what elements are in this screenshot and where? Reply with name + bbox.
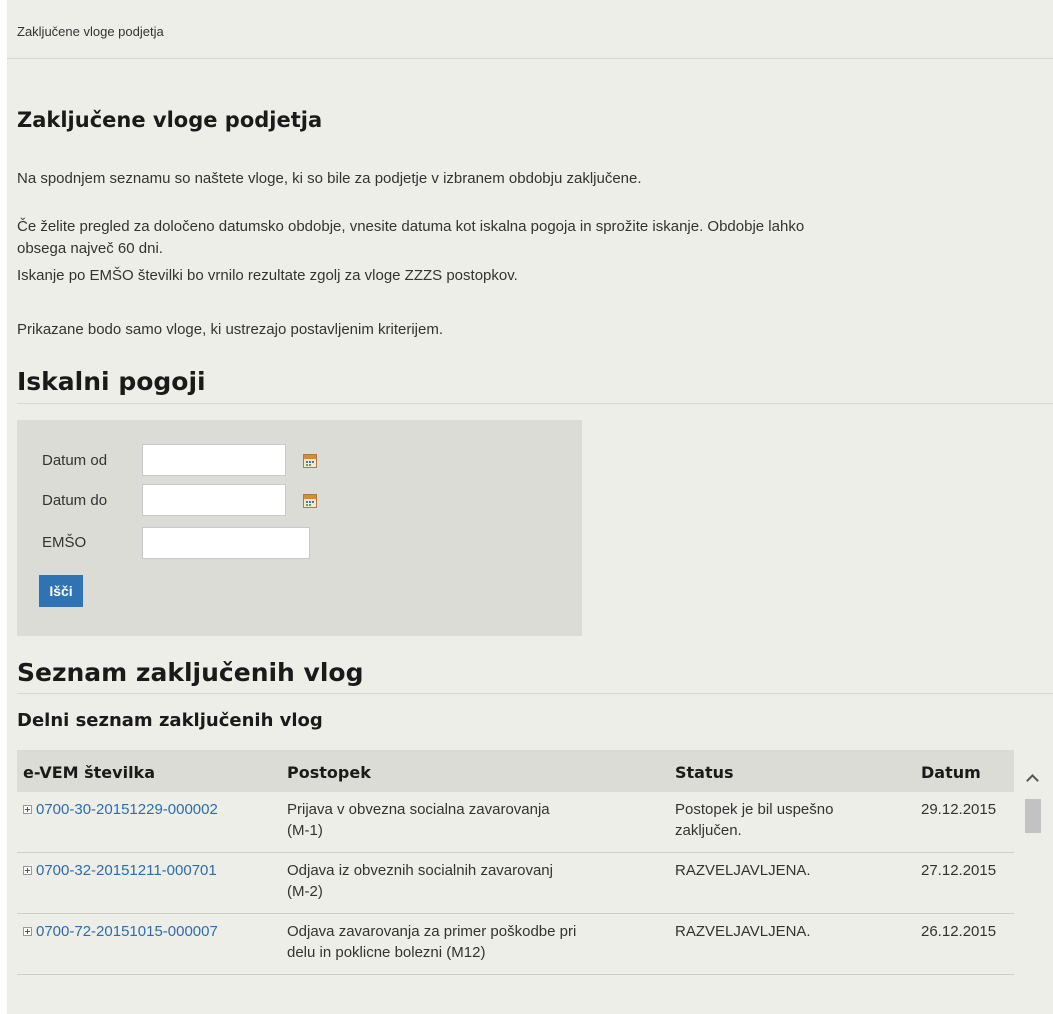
vem-number-cell: 0700-72-20151015-000007 <box>23 921 218 942</box>
procedure-text: delu in poklicne bolezni (M12) <box>287 944 486 961</box>
date-from-label: Datum od <box>42 452 108 469</box>
intro-text: Prikazane bodo samo vloge, ki ustrezajo … <box>17 321 444 338</box>
procedure-cell: Prijava v obvezna socialna zavarovanja (… <box>287 799 550 841</box>
table-header: e-VEM številka Postopek Status Datum <box>17 750 1014 792</box>
intro-text: obsega največ 60 dni. <box>17 240 163 257</box>
results-subheading: Delni seznam zaključenih vlog <box>17 710 323 731</box>
page-content: Zaključene vloge podjetja Zaključene vlo… <box>7 0 1053 1014</box>
vem-number-link[interactable]: 0700-72-20151015-000007 <box>36 923 218 940</box>
column-header[interactable]: Datum <box>921 763 981 782</box>
date-cell: 29.12.2015 <box>921 801 997 818</box>
results-table: e-VEM številka Postopek Status Datum 070… <box>17 750 1053 1014</box>
scroll-thumb[interactable] <box>1025 799 1041 833</box>
divider <box>17 693 1053 694</box>
search-heading: Iskalni pogoji <box>17 367 206 396</box>
breadcrumb[interactable]: Zaključene vloge podjetja <box>17 24 164 39</box>
column-header[interactable]: e-VEM številka <box>23 763 155 782</box>
intro-text: Na spodnjem seznamu so naštete vloge, ki… <box>17 170 642 187</box>
table-row: 0700-72-20151015-000007 Odjava zavarovan… <box>17 914 1014 975</box>
procedure-text: (M-1) <box>287 822 323 839</box>
divider <box>7 58 1053 59</box>
status-cell: RAZVELJAVLJENA. <box>675 860 811 881</box>
procedure-text: Odjava iz obveznih socialnih zavarovanj <box>287 862 553 879</box>
intro-text: Iskanje po EMŠO številki bo vrnilo rezul… <box>17 267 518 284</box>
results-heading: Seznam zaključenih vlog <box>17 658 364 687</box>
scroll-up-icon[interactable] <box>1025 772 1039 786</box>
calendar-icon[interactable] <box>303 494 317 508</box>
search-button[interactable]: Išči <box>39 575 83 607</box>
column-header[interactable]: Status <box>675 763 734 782</box>
intro-text: Če želite pregled za določeno datumsko o… <box>17 218 805 235</box>
page-title: Zaključene vloge podjetja <box>17 108 323 132</box>
expand-icon[interactable] <box>23 805 32 814</box>
table-row: 0700-30-20151229-000002 Prijava v obvezn… <box>17 792 1014 853</box>
vem-number-link[interactable]: 0700-30-20151229-000002 <box>36 801 218 818</box>
divider <box>17 403 1053 404</box>
procedure-cell: Odjava iz obveznih socialnih zavarovanj … <box>287 860 553 902</box>
expand-icon[interactable] <box>23 866 32 875</box>
expand-icon[interactable] <box>23 927 32 936</box>
procedure-text: (M-2) <box>287 883 323 900</box>
date-to-label: Datum do <box>42 492 108 509</box>
procedure-text: Prijava v obvezna socialna zavarovanja <box>287 801 550 818</box>
status-cell: RAZVELJAVLJENA. <box>675 921 811 942</box>
calendar-icon[interactable] <box>303 454 317 468</box>
date-from-input[interactable] <box>142 444 286 476</box>
vem-number-link[interactable]: 0700-32-20151211-000701 <box>36 862 217 879</box>
table-row: 0700-32-20151211-000701 Odjava iz obvezn… <box>17 853 1014 914</box>
status-text: RAZVELJAVLJENA. <box>675 923 811 940</box>
status-text: Postopek je bil uspešno <box>675 801 834 818</box>
status-text: zaključen. <box>675 822 742 839</box>
procedure-cell: Odjava zavarovanja za primer poškodbe pr… <box>287 921 576 963</box>
status-text: RAZVELJAVLJENA. <box>675 862 811 879</box>
emso-input[interactable] <box>142 527 310 559</box>
date-cell: 26.12.2015 <box>921 923 997 940</box>
date-cell: 27.12.2015 <box>921 862 997 879</box>
date-to-input[interactable] <box>142 484 286 516</box>
column-header[interactable]: Postopek <box>287 763 371 782</box>
procedure-text: Odjava zavarovanja za primer poškodbe pr… <box>287 923 577 940</box>
vem-number-cell: 0700-30-20151229-000002 <box>23 799 218 820</box>
emso-label: EMŠO <box>42 534 87 551</box>
status-cell: Postopek je bil uspešno zaključen. <box>675 799 833 841</box>
table-scrollbar[interactable] <box>1022 750 1042 1014</box>
vem-number-cell: 0700-32-20151211-000701 <box>23 860 217 881</box>
